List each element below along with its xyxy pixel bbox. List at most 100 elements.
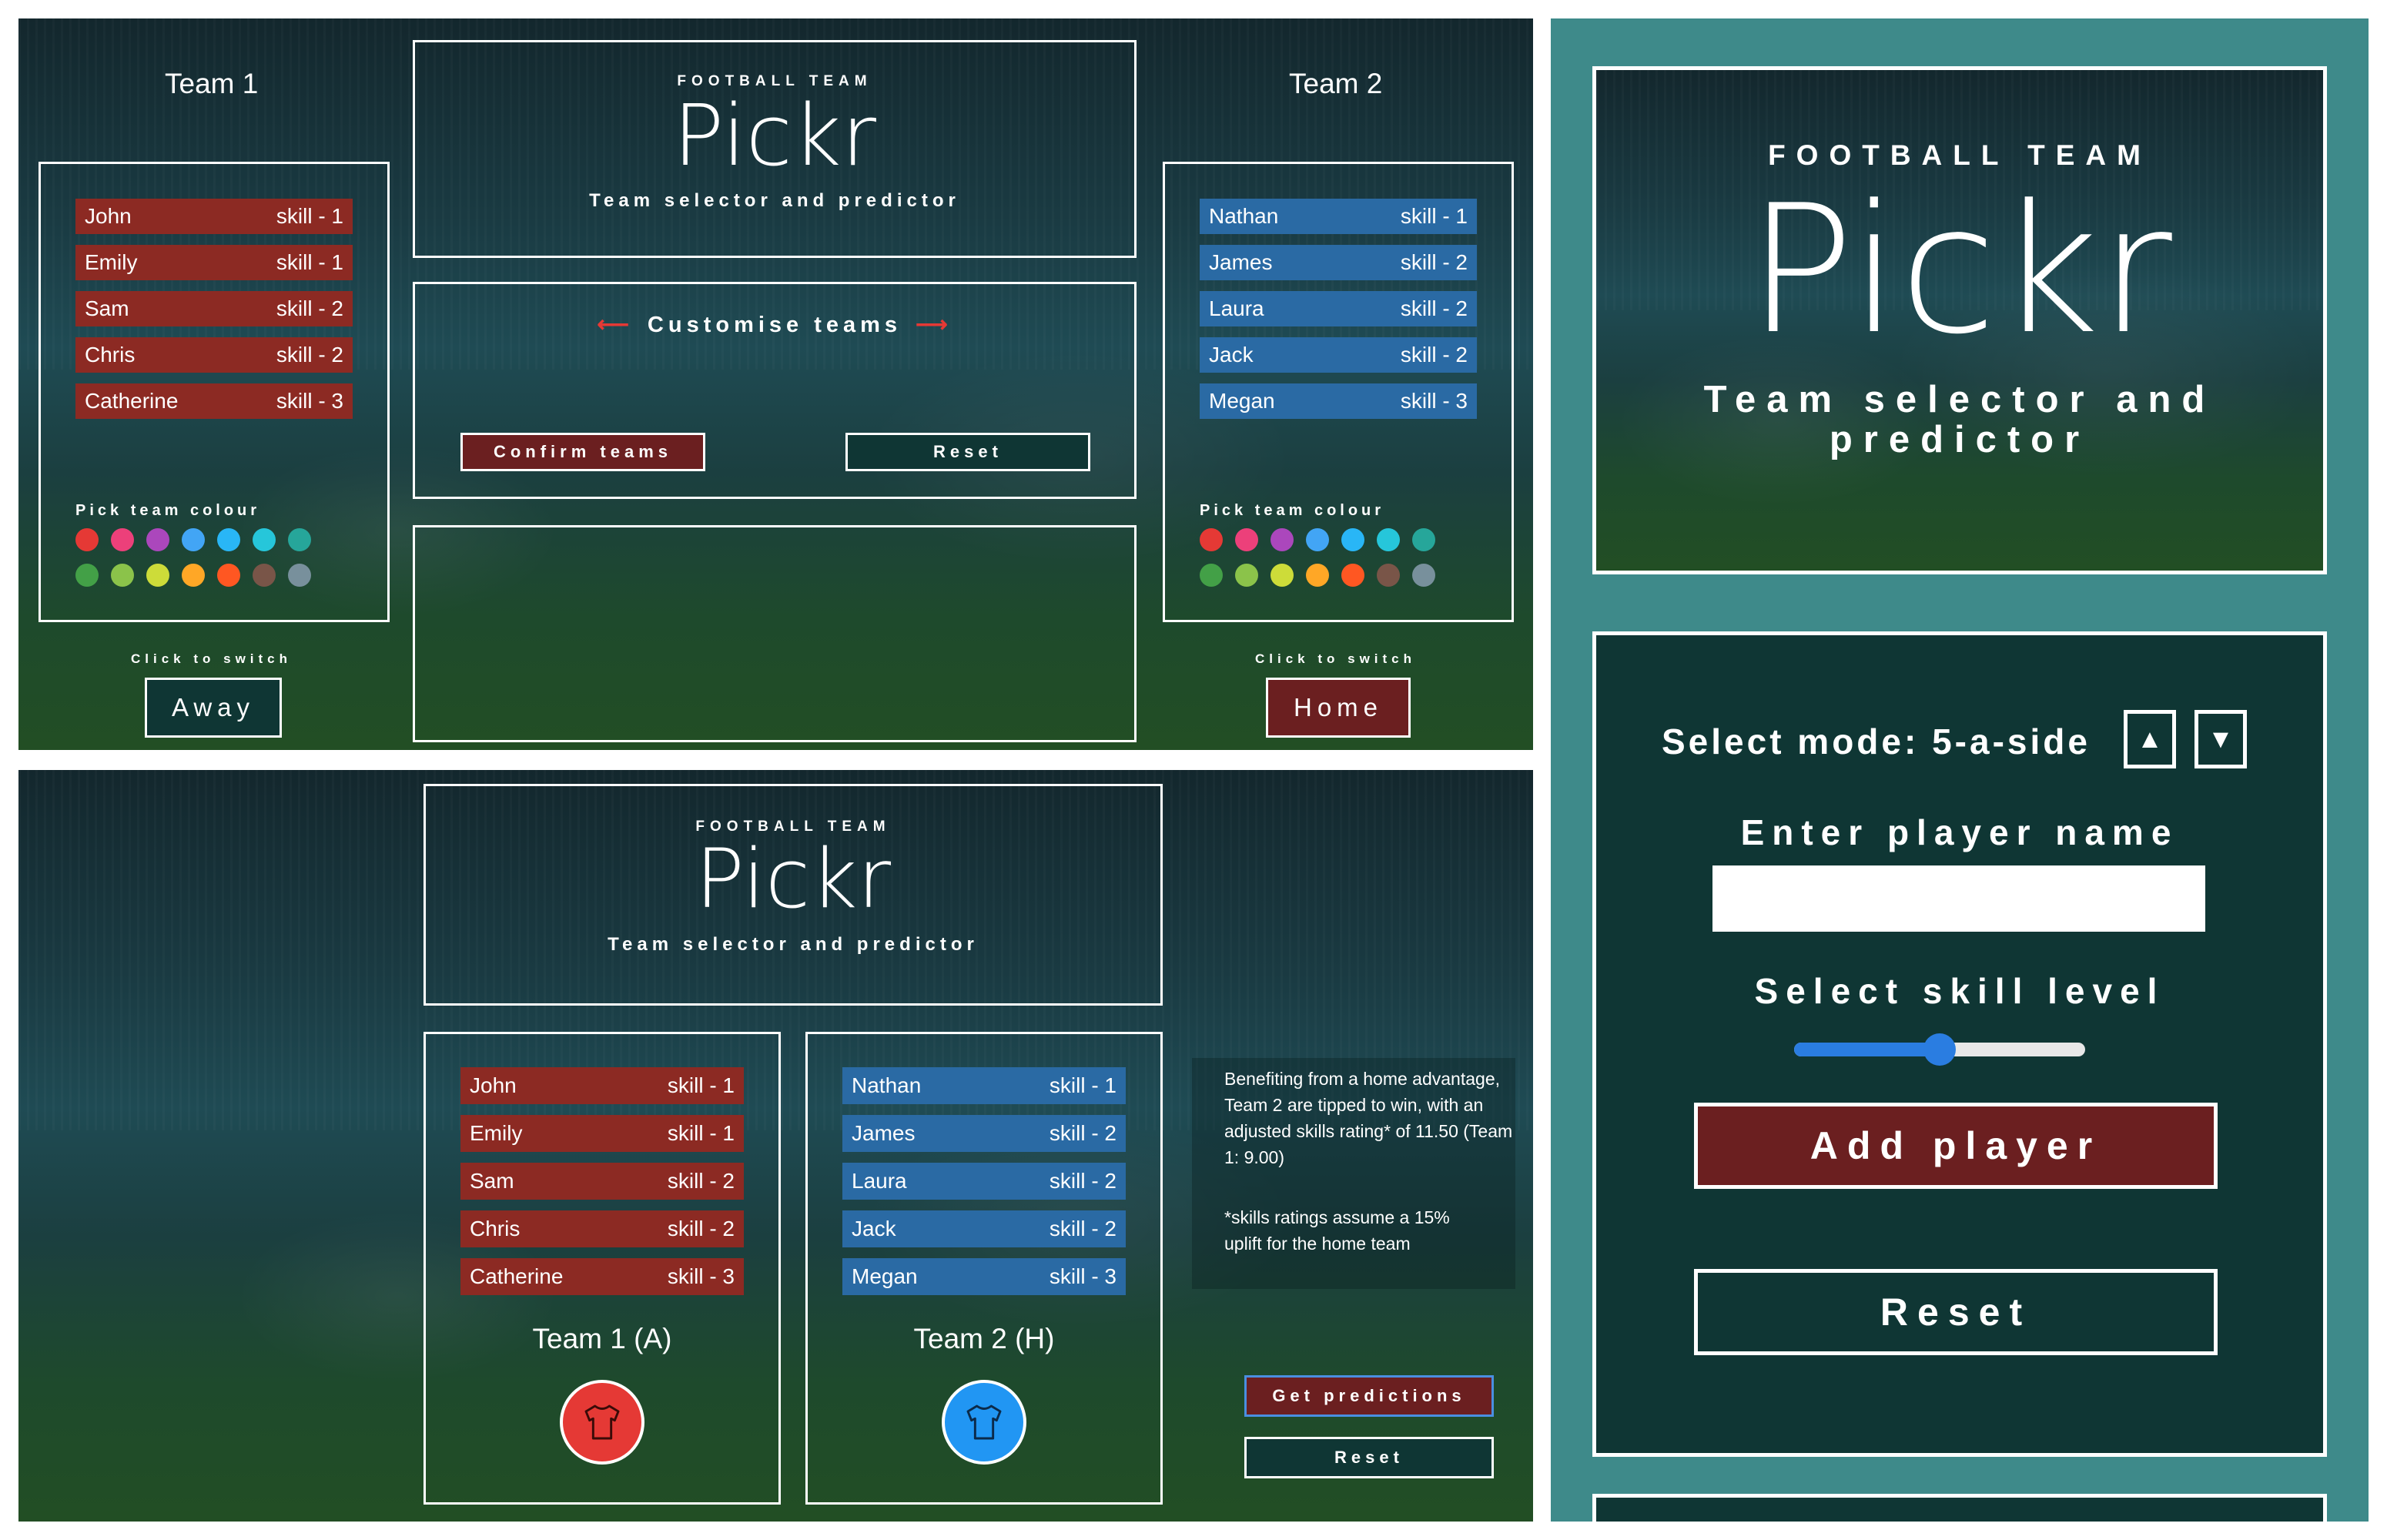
confirm-teams-button[interactable]: Confirm teams [460, 433, 705, 471]
player-skill: skill - 3 [667, 1264, 735, 1288]
arrow-left-icon[interactable]: ⟵ [597, 313, 634, 337]
colour-swatch[interactable] [182, 564, 205, 587]
colour-swatch[interactable] [1270, 528, 1294, 551]
team2-click-to-switch-label: Click to switch [1255, 651, 1417, 666]
team1-jersey-icon[interactable] [560, 1380, 644, 1465]
player-row[interactable]: James skill - 2 [842, 1115, 1126, 1152]
get-predictions-button[interactable]: Get predictions [1244, 1375, 1494, 1417]
colour-swatch[interactable] [253, 528, 276, 551]
colour-swatch[interactable] [1306, 564, 1329, 587]
player-row[interactable]: Chris skill - 2 [75, 337, 353, 373]
colour-swatch[interactable] [1377, 564, 1400, 587]
colour-swatch[interactable] [253, 564, 276, 587]
mobile-brand-logo: Pickr [1747, 168, 2172, 373]
player-row[interactable]: Emily skill - 1 [460, 1115, 744, 1152]
colour-swatch[interactable] [1235, 564, 1258, 587]
player-name: Catherine [470, 1264, 564, 1288]
reset-button[interactable]: Reset [845, 433, 1090, 471]
player-row[interactable]: James skill - 2 [1200, 245, 1477, 280]
away-switch-button[interactable]: Away [145, 678, 282, 738]
player-name: Laura [852, 1169, 907, 1193]
player-row[interactable]: Jack skill - 2 [1200, 337, 1477, 373]
player-name: Catherine [85, 389, 179, 413]
skill-slider-track[interactable] [1794, 1033, 2085, 1066]
colour-swatch[interactable] [75, 528, 99, 551]
player-name: Jack [852, 1217, 896, 1240]
skill-slider-fill [1794, 1043, 1940, 1056]
colour-swatch[interactable] [182, 528, 205, 551]
colour-swatch[interactable] [75, 564, 99, 587]
player-row[interactable]: Laura skill - 2 [842, 1163, 1126, 1200]
player-name: John [470, 1073, 517, 1097]
player-row[interactable]: Chris skill - 2 [460, 1210, 744, 1247]
home-switch-button[interactable]: Home [1266, 678, 1411, 738]
colour-swatch[interactable] [288, 528, 311, 551]
mobile-reset-button[interactable]: Reset [1694, 1269, 2218, 1355]
customise-label: Customise teams [647, 313, 902, 337]
player-skill: skill - 2 [1400, 296, 1468, 320]
player-row[interactable]: Megan skill - 3 [1200, 383, 1477, 419]
colour-swatch[interactable] [217, 564, 240, 587]
colour-swatch[interactable] [1200, 528, 1223, 551]
player-skill: skill - 1 [1049, 1073, 1116, 1097]
player-row[interactable]: John skill - 1 [460, 1067, 744, 1104]
player-skill: skill - 2 [1049, 1121, 1116, 1145]
player-row[interactable]: Catherine skill - 3 [460, 1258, 744, 1295]
player-row[interactable]: Laura skill - 2 [1200, 291, 1477, 326]
team1-result-list: John skill - 1 Emily skill - 1 Sam skill - 2 C… [460, 1067, 744, 1306]
player-row[interactable]: John skill - 1 [75, 199, 353, 234]
colour-swatch[interactable] [1200, 564, 1223, 587]
mode-up-button[interactable]: ▲ [2124, 710, 2176, 768]
player-name: Sam [470, 1169, 514, 1193]
down-arrow-icon: ▼ [2208, 724, 2234, 754]
player-row[interactable]: Sam skill - 2 [460, 1163, 744, 1200]
skill-slider-thumb[interactable] [1923, 1033, 1956, 1066]
team1-title: Team 1 [165, 68, 259, 99]
colour-swatch[interactable] [217, 528, 240, 551]
team2-result-list: Nathan skill - 1 James skill - 2 Laura skill … [842, 1067, 1126, 1306]
player-skill: skill - 1 [1400, 204, 1468, 228]
player-row[interactable]: Jack skill - 2 [842, 1210, 1126, 1247]
player-skill: skill - 2 [1400, 250, 1468, 274]
player-skill: skill - 2 [1049, 1169, 1116, 1193]
player-name: Megan [852, 1264, 918, 1288]
player-skill: skill - 2 [1400, 343, 1468, 367]
add-player-button[interactable]: Add player [1694, 1103, 2218, 1189]
player-row[interactable]: Sam skill - 2 [75, 291, 353, 326]
arrow-right-icon[interactable]: ⟶ [916, 313, 952, 337]
player-row[interactable]: Catherine skill - 3 [75, 383, 353, 419]
player-skill: skill - 2 [276, 296, 343, 320]
player-row[interactable]: Nathan skill - 1 [842, 1067, 1126, 1104]
colour-swatch[interactable] [288, 564, 311, 587]
mobile-screen: FOOTBALL TEAM Pickr Team selector and pr… [1551, 18, 2369, 1522]
player-skill: skill - 1 [667, 1073, 735, 1097]
colour-swatch[interactable] [1270, 564, 1294, 587]
team2-pick-colour-label: Pick team colour [1200, 502, 1385, 519]
player-name: Nathan [1209, 204, 1279, 228]
colour-swatch[interactable] [146, 528, 169, 551]
player-name-input[interactable] [1712, 865, 2205, 932]
colour-swatch[interactable] [111, 528, 134, 551]
colour-swatch[interactable] [1341, 528, 1364, 551]
colour-swatch[interactable] [1235, 528, 1258, 551]
colour-swatch[interactable] [1377, 528, 1400, 551]
team2-jersey-icon[interactable] [942, 1380, 1026, 1465]
player-row[interactable]: Megan skill - 3 [842, 1258, 1126, 1295]
colour-swatch[interactable] [1306, 528, 1329, 551]
player-row[interactable]: Nathan skill - 1 [1200, 199, 1477, 234]
colour-swatch[interactable] [146, 564, 169, 587]
colour-swatch[interactable] [1412, 528, 1435, 551]
colour-swatch[interactable] [1341, 564, 1364, 587]
colour-swatch[interactable] [111, 564, 134, 587]
mobile-brand-tagline: Team selector and predictor [1703, 379, 2216, 460]
player-name: James [852, 1121, 916, 1145]
brand-logo-2: Pickr [695, 832, 892, 926]
select-skill-level-label: Select skill level [1754, 971, 2165, 1011]
mode-down-button[interactable]: ▼ [2194, 710, 2247, 768]
colour-swatch[interactable] [1412, 564, 1435, 587]
player-row[interactable]: Emily skill - 1 [75, 245, 353, 280]
prediction-footnote: *skills ratings assume a 15% uplift for … [1224, 1207, 1450, 1254]
reset-predictions-button[interactable]: Reset [1244, 1437, 1494, 1478]
prediction-text: Benefiting from a home advantage, Team 2… [1224, 1069, 1513, 1167]
player-skill: skill - 2 [276, 343, 343, 367]
